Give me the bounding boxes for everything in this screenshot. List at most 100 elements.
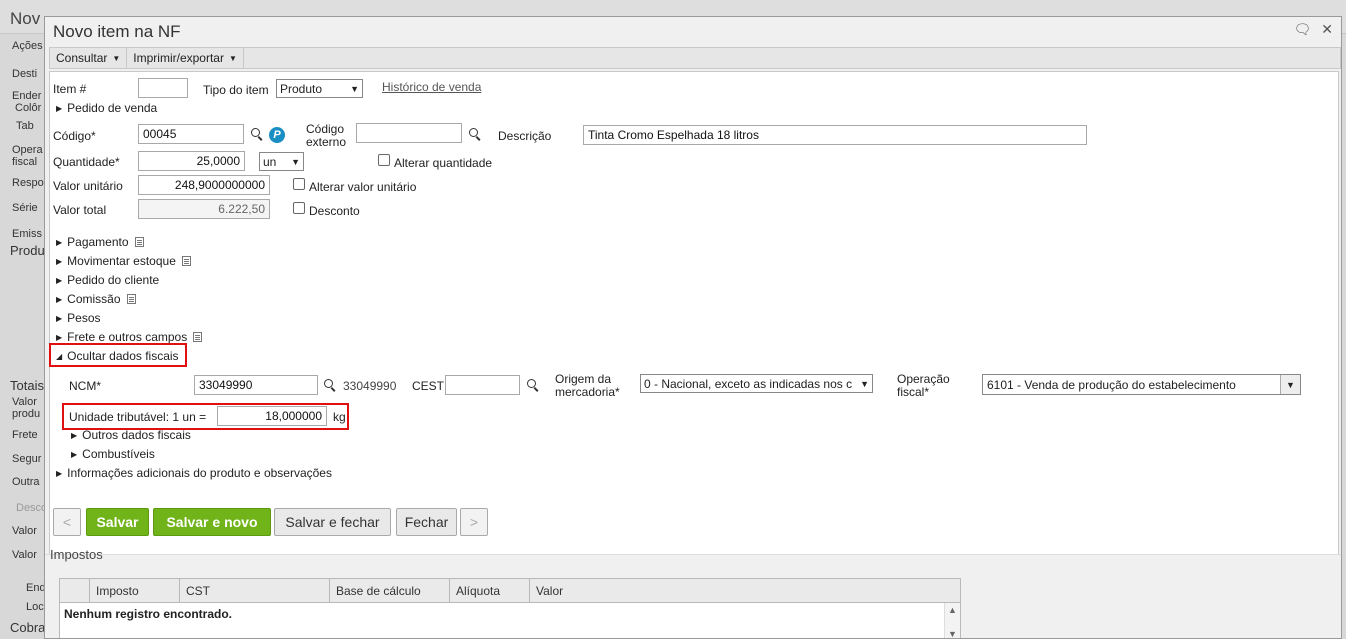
note-icon (193, 332, 203, 342)
unidade-select[interactable]: un ▼ (259, 152, 304, 171)
bg-label: Respo (12, 177, 44, 189)
ocultar-dados-fiscais-toggle[interactable]: ◢ Ocultar dados fiscais (56, 349, 179, 363)
quantidade-label: Quantidade* (53, 155, 120, 169)
origem-label-2: mercadoria* (555, 385, 620, 399)
bg-label: Totais (10, 378, 44, 393)
caret-right-icon: ▶ (56, 237, 63, 247)
caret-right-icon: ▶ (71, 449, 78, 459)
bg-label: Valor (12, 549, 37, 561)
grid-header: Imposto CST Base de cálculo Alíquota Val… (60, 579, 960, 603)
operacao-label-2: fiscal* (897, 385, 930, 399)
pagamento-section[interactable]: ▶ Pagamento (56, 235, 144, 249)
save-and-close-button[interactable]: Salvar e fechar (274, 508, 391, 536)
previous-button[interactable]: < (53, 508, 81, 536)
chevron-down-icon: ▼ (350, 83, 359, 94)
ncm-input[interactable]: 33049990 (194, 375, 318, 395)
pesos-label: Pesos (67, 311, 101, 325)
save-button[interactable]: Salvar (86, 508, 149, 536)
grid-header-cell[interactable]: Base de cálculo (330, 579, 450, 602)
pedido-venda-toggle[interactable]: ▶ Pedido de venda (56, 101, 157, 115)
tipo-select[interactable]: Produto ▼ (276, 79, 363, 98)
tipo-label: Tipo do item (203, 83, 269, 97)
bg-label: Opera (12, 144, 43, 156)
bg-label: Tab (16, 120, 34, 132)
chevron-down-icon: ▼ (291, 156, 300, 167)
codigo-input[interactable]: 00045 (138, 124, 244, 144)
bg-label: Segur (12, 453, 42, 465)
combustiveis-section[interactable]: ▶ Combustíveis (71, 447, 155, 461)
unidade-tributavel-input[interactable]: 18,000000 (217, 406, 327, 426)
origem-value: 0 - Nacional, exceto as indicadas nos c (644, 376, 853, 391)
bg-label: Loc (26, 601, 44, 613)
chevron-down-icon: ▼ (228, 53, 237, 63)
bg-label: Emiss (12, 228, 42, 240)
next-button[interactable]: > (460, 508, 488, 536)
grid-header-cell[interactable]: CST (180, 579, 330, 602)
origem-select[interactable]: 0 - Nacional, exceto as indicadas nos c ▼ (640, 374, 873, 393)
origem-label-1: Origem da (555, 372, 612, 386)
codigo-externo-input[interactable] (356, 123, 462, 143)
chat-icon[interactable]: 🗨 (1293, 21, 1311, 38)
movimentar-estoque-section[interactable]: ▶ Movimentar estoque (56, 254, 191, 268)
caret-right-icon: ▶ (56, 332, 63, 342)
alterar-quantidade-label: Alterar quantidade (394, 156, 493, 170)
codigo-externo-label-1: Código (306, 122, 345, 136)
comissao-section[interactable]: ▶ Comissão (56, 292, 136, 306)
desconto-label: Desconto (309, 204, 360, 218)
note-icon (181, 256, 191, 266)
search-icon[interactable] (468, 127, 482, 141)
historico-link[interactable]: Histórico de venda (382, 80, 481, 94)
grid-header-cell[interactable]: Alíquota (450, 579, 530, 602)
search-icon[interactable] (526, 378, 540, 392)
ocultar-label: Ocultar dados fiscais (67, 349, 179, 363)
info-p-icon[interactable]: P (269, 127, 285, 143)
informacoes-adicionais-section[interactable]: ▶ Informações adicionais do produto e obs… (56, 466, 332, 480)
imprimir-menu[interactable]: Imprimir/exportar ▼ (127, 48, 244, 68)
cest-input[interactable] (445, 375, 520, 395)
close-icon[interactable]: ✕ (1321, 21, 1333, 38)
alterar-valor-unitario-checkbox[interactable] (293, 178, 305, 190)
frete-section[interactable]: ▶ Frete e outros campos (56, 330, 203, 344)
caret-right-icon: ▶ (56, 313, 63, 323)
grid-header-cell[interactable]: Valor (530, 579, 958, 602)
caret-right-icon: ▶ (71, 430, 78, 440)
bg-label: Cobra (10, 620, 46, 635)
alterar-quantidade-checkbox[interactable] (378, 154, 390, 166)
frete-label: Frete e outros campos (67, 330, 188, 344)
save-and-new-button[interactable]: Salvar e novo (153, 508, 271, 536)
note-icon (134, 237, 144, 247)
caret-right-icon: ▶ (56, 103, 63, 113)
desconto-checkbox[interactable] (293, 202, 305, 214)
bg-label: produ (12, 408, 41, 420)
ncm-text: 33049990 (343, 379, 397, 393)
close-button[interactable]: Fechar (396, 508, 457, 536)
bg-label: Desco (16, 502, 48, 514)
operacao-select[interactable]: 6101 - Venda de produção do estabelecime… (982, 374, 1301, 395)
bg-label: Frete (12, 429, 38, 441)
quantidade-input[interactable]: 25,0000 (138, 151, 245, 171)
item-input[interactable] (138, 78, 188, 98)
pesos-section[interactable]: ▶ Pesos (56, 311, 101, 325)
search-icon[interactable] (250, 127, 264, 141)
bg-label: Desti (12, 68, 38, 80)
descricao-input[interactable]: Tinta Cromo Espelhada 18 litros (583, 125, 1087, 145)
outros-dados-fiscais-section[interactable]: ▶ Outros dados fiscais (71, 428, 191, 442)
divider (45, 554, 1341, 555)
valor-unitario-label: Valor unitário (53, 179, 123, 193)
grid-scrollbar[interactable]: ▲ ▼ (944, 603, 960, 638)
consultar-menu[interactable]: Consultar ▼ (50, 48, 128, 68)
scroll-down-icon[interactable]: ▼ (945, 627, 960, 638)
caret-down-icon: ◢ (56, 351, 63, 361)
descricao-label: Descrição (498, 129, 552, 143)
form-panel: Item # Tipo do item Produto ▼ Histórico d… (49, 71, 1339, 555)
operacao-value: 6101 - Venda de produção do estabelecime… (987, 377, 1236, 392)
search-icon[interactable] (323, 378, 337, 392)
valor-unitario-input[interactable]: 248,9000000000 (138, 175, 270, 195)
menu-bar: Consultar ▼ Imprimir/exportar ▼ (49, 47, 1341, 69)
grid-header-cell[interactable]: Imposto (90, 579, 180, 602)
bg-label: Série (12, 202, 38, 214)
scroll-up-icon[interactable]: ▲ (945, 603, 960, 617)
item-label: Item # (53, 82, 87, 96)
codigo-externo-label-2: externo (306, 135, 347, 149)
pedido-cliente-section[interactable]: ▶ Pedido do cliente (56, 273, 159, 287)
